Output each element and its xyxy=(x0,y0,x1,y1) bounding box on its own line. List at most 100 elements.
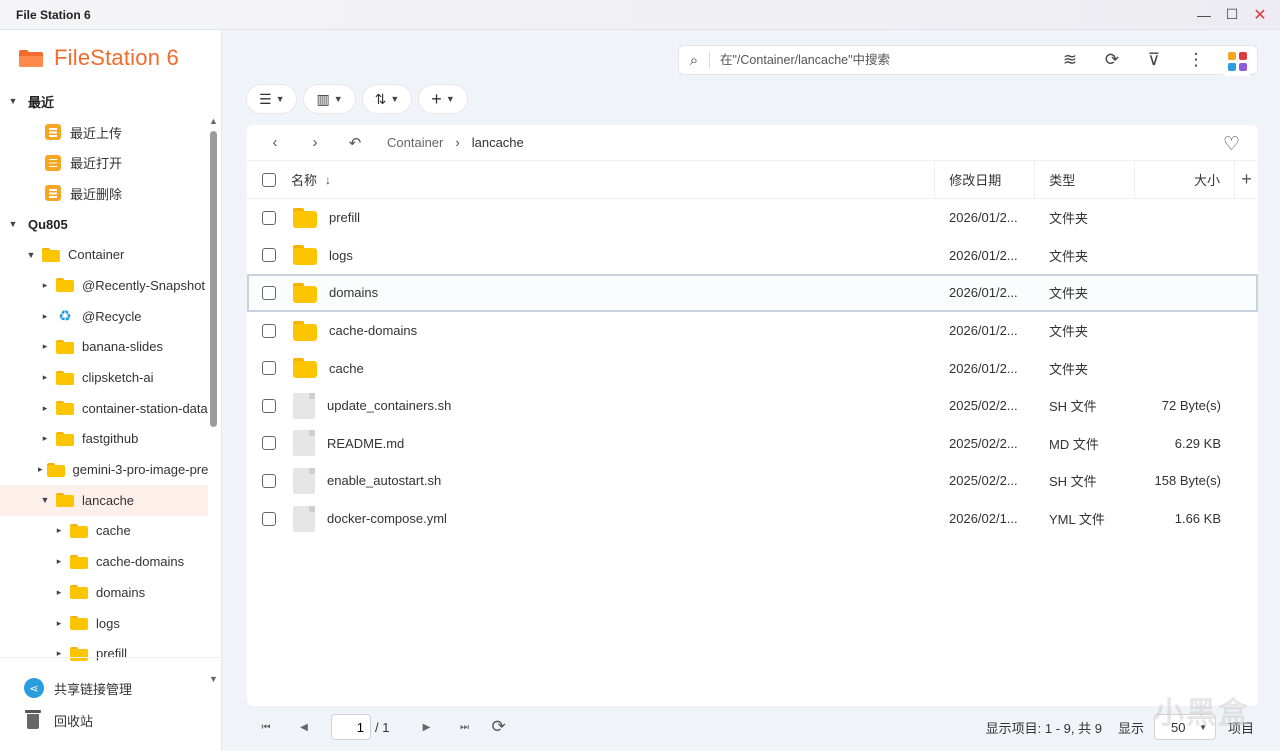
row-checkbox[interactable] xyxy=(262,248,276,263)
tree-item-folder[interactable]: ▸ container-station-data xyxy=(0,393,208,424)
tree-item-subfolder[interactable]: ▸ cache-domains xyxy=(0,546,208,577)
caret-right-icon[interactable]: ▸ xyxy=(52,618,66,629)
header-name[interactable]: 名称 ↓ xyxy=(291,170,934,189)
table-row[interactable]: cache-domains 2026/01/2... 文件夹 xyxy=(247,312,1258,350)
tree-item-lancache[interactable]: ▼ lancache xyxy=(0,484,208,516)
table-row[interactable]: logs 2026/01/2... 文件夹 xyxy=(247,237,1258,275)
list-view-button[interactable]: ☰ ▼ xyxy=(247,85,297,113)
file-name: README.md xyxy=(327,435,405,451)
row-checkbox[interactable] xyxy=(262,511,276,526)
tree-item-subfolder[interactable]: ▸ logs xyxy=(0,608,208,639)
scrollbar-thumb[interactable] xyxy=(210,131,217,427)
file-date: 2026/01/2... xyxy=(949,360,1018,376)
table-row[interactable]: enable_autostart.sh 2025/02/2... SH 文件 1… xyxy=(247,462,1258,500)
file-type: MD 文件 xyxy=(1049,436,1099,452)
tree-item-folder[interactable]: ▸ banana-slides xyxy=(0,332,208,363)
favorite-heart-icon[interactable]: ♡ xyxy=(1223,133,1240,156)
main-area: ⌕ ⇅ ≋ ⟳ ⊽ ⋮ ☰▼ ▥▼ ⇅▼ +▼ ‹ › ↶ xyxy=(222,30,1280,751)
table-row-highlighted[interactable]: domains 2026/01/2... 文件夹 xyxy=(247,274,1258,312)
sidebar-footer: ⋖ 共享链接管理 回收站 xyxy=(0,657,222,751)
caret-down-icon[interactable]: ▼ xyxy=(6,219,20,229)
sidebar: FileStation 6 ▼ 最近 最近上传 最近打开 最近删除 ▼ Qu80… xyxy=(0,30,222,751)
header-date[interactable]: 修改日期 xyxy=(934,160,1034,199)
breadcrumb-current[interactable]: lancache xyxy=(472,135,524,150)
caret-right-icon[interactable]: ▸ xyxy=(38,464,43,475)
tree-item-folder[interactable]: ▸ clipsketch-ai xyxy=(0,362,208,393)
tree-item-container[interactable]: ▼ Container xyxy=(0,239,208,270)
table-row[interactable]: docker-compose.yml 2026/02/1... YML 文件 1… xyxy=(247,500,1258,538)
tree-item-folder[interactable]: ▸ gemini-3-pro-image-preview xyxy=(0,454,208,485)
caret-down-icon[interactable]: ▼ xyxy=(24,250,38,260)
caret-down-icon[interactable]: ▼ xyxy=(38,495,52,505)
caret-right-icon[interactable]: ▸ xyxy=(52,525,66,536)
table-row[interactable]: update_containers.sh 2025/02/2... SH 文件 … xyxy=(247,387,1258,425)
breadcrumb-container[interactable]: Container xyxy=(387,135,443,150)
tree-section-recent[interactable]: ▼ 最近 xyxy=(0,86,208,117)
folder-icon xyxy=(56,431,74,447)
sidebar-scrollbar[interactable]: ▲ ▼ xyxy=(209,116,218,684)
folder-icon xyxy=(42,247,60,263)
header-type[interactable]: 类型 xyxy=(1034,160,1134,199)
search-icon[interactable]: ⌕ xyxy=(679,52,709,69)
caret-right-icon[interactable]: ▸ xyxy=(38,433,52,444)
sort-button[interactable]: ⇅ ▼ xyxy=(362,85,412,113)
caret-right-icon[interactable]: ▸ xyxy=(38,372,52,383)
back-icon[interactable]: ‹ xyxy=(255,134,295,151)
caret-right-icon[interactable]: ▸ xyxy=(38,311,52,322)
up-level-icon[interactable]: ↶ xyxy=(335,134,375,152)
recycle-bin[interactable]: 回收站 xyxy=(0,704,222,736)
select-all-checkbox[interactable] xyxy=(261,172,276,187)
caret-right-icon[interactable]: ▸ xyxy=(38,341,52,352)
layout-button[interactable]: ▥ ▼ xyxy=(304,85,355,113)
forward-icon[interactable]: › xyxy=(295,134,335,151)
last-page-icon[interactable]: ⏭ xyxy=(445,722,483,733)
row-checkbox[interactable] xyxy=(262,361,276,376)
first-page-icon[interactable]: ⏮ xyxy=(247,722,285,733)
tree-item-folder[interactable]: ▸ ♻ @Recycle xyxy=(0,301,208,332)
close-button[interactable]: ✕ xyxy=(1250,5,1270,25)
book-icon: ▥ xyxy=(316,90,330,107)
recycle-icon: ♻ xyxy=(58,308,72,326)
row-checkbox[interactable] xyxy=(262,436,276,451)
next-page-icon[interactable]: ▶ xyxy=(407,722,445,733)
maximize-button[interactable]: ☐ xyxy=(1222,5,1242,25)
tree-item-recent-delete[interactable]: 最近删除 xyxy=(0,178,208,209)
file-type: 文件夹 xyxy=(1049,286,1089,302)
caret-right-icon[interactable]: ▸ xyxy=(38,280,52,291)
tree-item-folder[interactable]: ▸ fastgithub xyxy=(0,424,208,455)
filter-plus-icon[interactable]: ⊽ xyxy=(1133,45,1175,75)
table-row[interactable]: README.md 2025/02/2... MD 文件 6.29 KB xyxy=(247,425,1258,463)
caret-right-icon[interactable]: ▸ xyxy=(38,403,52,414)
table-row[interactable]: prefill 2026/01/2... 文件夹 xyxy=(247,199,1258,237)
tree-item-subfolder[interactable]: ▸ cache xyxy=(0,516,208,547)
row-checkbox[interactable] xyxy=(262,473,276,488)
header-size[interactable]: 大小 xyxy=(1134,160,1234,199)
stack-icon[interactable]: ≋ xyxy=(1049,45,1091,75)
more-icon[interactable]: ⋮ xyxy=(1175,45,1217,75)
share-link-management[interactable]: ⋖ 共享链接管理 xyxy=(0,672,222,704)
scroll-up-icon[interactable]: ▲ xyxy=(209,116,218,126)
tree-item-recent-upload[interactable]: 最近上传 xyxy=(0,117,208,148)
tree-section-nas[interactable]: ▼ Qu805 xyxy=(0,209,208,240)
file-date: 2026/01/2... xyxy=(949,285,1018,301)
add-column-icon[interactable]: + xyxy=(1234,160,1258,199)
create-button[interactable]: + ▼ xyxy=(419,85,467,113)
tree-item-subfolder[interactable]: ▸ domains xyxy=(0,577,208,608)
row-checkbox[interactable] xyxy=(262,285,276,300)
tree-item-folder[interactable]: ▸ @Recently-Snapshot xyxy=(0,270,208,301)
refresh-icon[interactable]: ⟳ xyxy=(491,717,505,737)
caret-right-icon[interactable]: ▸ xyxy=(52,587,66,598)
sync-icon[interactable]: ⟳ xyxy=(1091,45,1133,75)
caret-right-icon[interactable]: ▸ xyxy=(52,556,66,567)
table-row[interactable]: cache 2026/01/2... 文件夹 xyxy=(247,349,1258,387)
trash-icon xyxy=(24,710,42,730)
row-checkbox[interactable] xyxy=(262,210,276,225)
tree-item-recent-open[interactable]: 最近打开 xyxy=(0,147,208,178)
apps-button[interactable] xyxy=(1222,46,1252,76)
page-number-input[interactable] xyxy=(331,714,371,740)
caret-down-icon[interactable]: ▼ xyxy=(6,96,20,106)
row-checkbox[interactable] xyxy=(262,323,276,338)
prev-page-icon[interactable]: ◀ xyxy=(285,722,323,733)
row-checkbox[interactable] xyxy=(262,398,276,413)
minimize-button[interactable]: — xyxy=(1194,5,1214,25)
